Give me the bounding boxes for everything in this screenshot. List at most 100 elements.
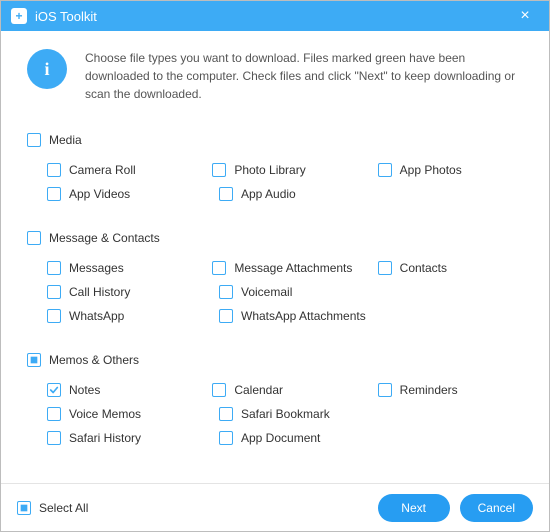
checkbox-label: Contacts <box>400 261 447 275</box>
checkbox-voice-memos[interactable]: Voice Memos <box>47 402 199 426</box>
option-cell <box>371 280 523 304</box>
checkbox-box[interactable] <box>47 261 61 275</box>
checkbox-box[interactable] <box>378 163 392 177</box>
checkbox-label: Messages <box>69 261 124 275</box>
checkbox-camera-roll[interactable]: Camera Roll <box>47 158 192 182</box>
section-header-memos: Memos & Others <box>47 348 523 372</box>
checkbox-header-memos[interactable]: Memos & Others <box>27 348 523 372</box>
checkbox-box[interactable] <box>219 407 233 421</box>
checkbox-header-media[interactable]: Media <box>27 128 523 152</box>
checkbox-box[interactable] <box>219 309 233 323</box>
checkbox-box[interactable] <box>47 285 61 299</box>
checkbox-call-history[interactable]: Call History <box>47 280 199 304</box>
checkbox-label: Media <box>49 133 82 147</box>
checkbox-app-audio[interactable]: App Audio <box>219 182 371 206</box>
checkbox-message-attachments[interactable]: Message Attachments <box>212 256 357 280</box>
checkbox-box[interactable] <box>219 431 233 445</box>
checkbox-select-all[interactable]: Select All <box>17 496 88 520</box>
option-cell: WhatsApp <box>47 304 199 328</box>
next-button[interactable]: Next <box>378 494 450 522</box>
option-row: Voice Memos Safari Bookmark <box>27 402 523 426</box>
checkbox-box[interactable] <box>47 187 61 201</box>
checkbox-label: Message Attachments <box>234 261 352 275</box>
checkbox-box[interactable] <box>47 163 61 177</box>
checkbox-box[interactable] <box>219 285 233 299</box>
checkbox-label: Camera Roll <box>69 163 136 177</box>
checkbox-label: WhatsApp <box>69 309 124 323</box>
option-cell: Notes <box>47 378 192 402</box>
checkbox-label: Message & Contacts <box>49 231 160 245</box>
section-message: Message & Contacts Messages Message Attach… <box>27 226 523 328</box>
checkbox-label: Reminders <box>400 383 458 397</box>
option-row: App Videos App Audio <box>27 182 523 206</box>
checkbox-box[interactable] <box>47 309 61 323</box>
checkbox-box[interactable] <box>27 353 41 367</box>
checkbox-label: App Document <box>241 431 320 445</box>
option-cell: Safari History <box>47 426 199 450</box>
app-window: + iOS Toolkit × i Choose file types you … <box>0 0 550 532</box>
checkbox-whatsapp[interactable]: WhatsApp <box>47 304 199 328</box>
cancel-button[interactable]: Cancel <box>460 494 533 522</box>
checkbox-photo-library[interactable]: Photo Library <box>212 158 357 182</box>
checkbox-box[interactable] <box>212 383 226 397</box>
option-cell: Message Attachments <box>212 256 357 280</box>
footer-bar: Select All Next Cancel <box>1 483 549 531</box>
checkbox-app-photos[interactable]: App Photos <box>378 158 523 182</box>
checkbox-voicemail[interactable]: Voicemail <box>219 280 371 304</box>
option-row: Messages Message Attachments Contacts <box>27 256 523 280</box>
intro-text: Choose file types you want to download. … <box>85 49 523 103</box>
checkbox-label: Safari Bookmark <box>241 407 330 421</box>
checkbox-label: Photo Library <box>234 163 305 177</box>
checkbox-box[interactable] <box>219 187 233 201</box>
checkbox-label: Safari History <box>69 431 141 445</box>
checkbox-label: WhatsApp Attachments <box>241 309 366 323</box>
option-cell <box>371 426 523 450</box>
close-icon[interactable]: × <box>511 7 539 25</box>
checkbox-app-document[interactable]: App Document <box>219 426 371 450</box>
option-cell <box>371 402 523 426</box>
checkbox-box[interactable] <box>17 501 31 515</box>
option-cell: App Videos <box>47 182 199 206</box>
option-cell: Photo Library <box>212 158 357 182</box>
checkbox-label: Voicemail <box>241 285 292 299</box>
checkbox-label: Voice Memos <box>69 407 141 421</box>
checkbox-safari-bookmark[interactable]: Safari Bookmark <box>219 402 371 426</box>
checkbox-header-message[interactable]: Message & Contacts <box>27 226 523 250</box>
option-row: Notes Calendar Reminders <box>27 378 523 402</box>
section-header-message: Message & Contacts <box>47 226 523 250</box>
checkbox-app-videos[interactable]: App Videos <box>47 182 199 206</box>
option-cell: App Document <box>219 426 371 450</box>
app-icon: + <box>11 8 27 24</box>
checkbox-calendar[interactable]: Calendar <box>212 378 357 402</box>
option-cell: Voice Memos <box>47 402 199 426</box>
checkbox-notes[interactable]: Notes <box>47 378 192 402</box>
option-cell: Voicemail <box>219 280 371 304</box>
checkbox-box[interactable] <box>47 407 61 421</box>
checkbox-whatsapp-attachments[interactable]: WhatsApp Attachments <box>219 304 371 328</box>
option-row: Camera Roll Photo Library App Photos <box>27 158 523 182</box>
titlebar: + iOS Toolkit × <box>1 1 549 31</box>
section-memos: Memos & Others Notes Calendar Reminders Voic… <box>27 348 523 450</box>
checkbox-box[interactable] <box>27 133 41 147</box>
option-row: Safari History App Document <box>27 426 523 450</box>
checkbox-box[interactable] <box>47 431 61 445</box>
intro-block: i Choose file types you want to download… <box>27 49 523 103</box>
checkbox-reminders[interactable]: Reminders <box>378 378 523 402</box>
option-cell: Reminders <box>378 378 523 402</box>
checkbox-messages[interactable]: Messages <box>47 256 192 280</box>
checkbox-box[interactable] <box>47 383 61 397</box>
checkbox-safari-history[interactable]: Safari History <box>47 426 199 450</box>
checkbox-label: Notes <box>69 383 100 397</box>
checkbox-label: App Videos <box>69 187 130 201</box>
content-area: i Choose file types you want to download… <box>1 31 549 483</box>
checkbox-box[interactable] <box>212 261 226 275</box>
checkbox-box[interactable] <box>378 261 392 275</box>
section-header-media: Media <box>47 128 523 152</box>
option-cell: Messages <box>47 256 192 280</box>
checkbox-box[interactable] <box>27 231 41 245</box>
option-cell: Camera Roll <box>47 158 192 182</box>
checkbox-label: App Audio <box>241 187 296 201</box>
checkbox-contacts[interactable]: Contacts <box>378 256 523 280</box>
checkbox-box[interactable] <box>378 383 392 397</box>
checkbox-box[interactable] <box>212 163 226 177</box>
